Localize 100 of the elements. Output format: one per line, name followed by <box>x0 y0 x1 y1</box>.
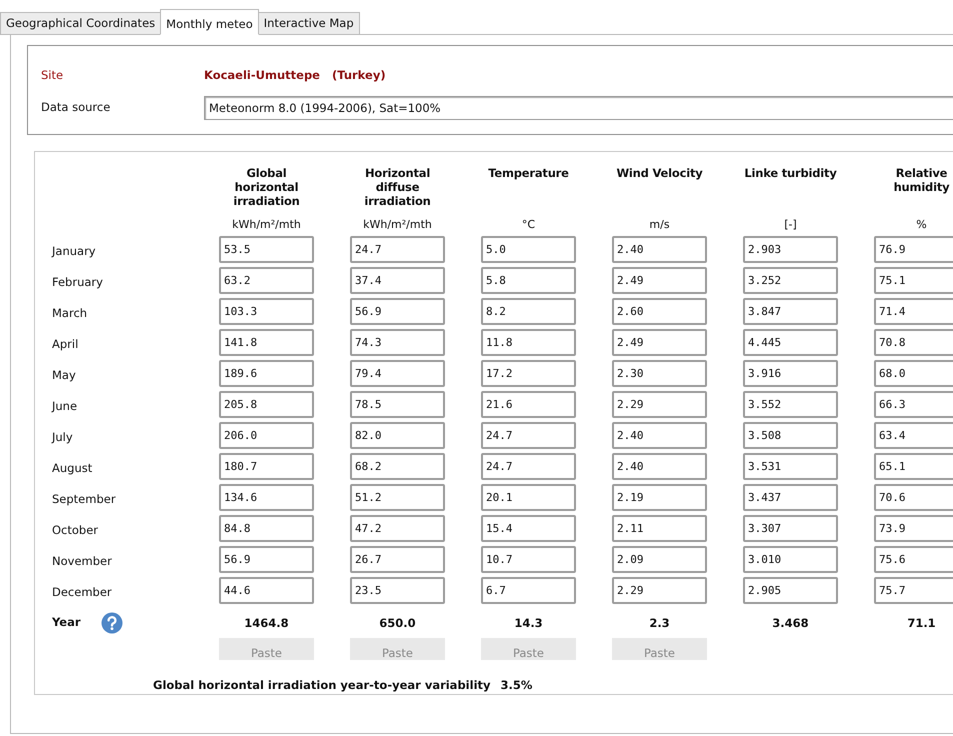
value-field[interactable]: 56.9 <box>350 298 445 325</box>
help-icon[interactable] <box>100 612 123 634</box>
value-field[interactable]: 79.4 <box>350 360 445 387</box>
value-field[interactable]: 3.916 <box>743 360 838 387</box>
value-field[interactable]: 66.3 <box>874 391 953 418</box>
value-field[interactable]: 24.7 <box>350 236 445 263</box>
value-field[interactable]: 71.4 <box>874 298 953 325</box>
value-field[interactable]: 10.7 <box>481 546 576 573</box>
unit-label: [-] <box>783 217 798 233</box>
value-field[interactable]: 134.6 <box>219 484 314 511</box>
value-field[interactable]: 78.5 <box>350 391 445 418</box>
value-field[interactable]: 24.7 <box>481 453 576 480</box>
value-field[interactable]: 5.8 <box>481 267 576 294</box>
value-field[interactable]: 103.3 <box>219 298 314 325</box>
value-field[interactable]: 76.9 <box>874 236 953 263</box>
value-field[interactable]: 5.0 <box>481 236 576 263</box>
column-header: Wind Velocity <box>615 166 704 182</box>
value-field[interactable]: 3.847 <box>743 298 838 325</box>
value-field[interactable]: 2.09 <box>612 546 707 573</box>
value-field[interactable]: 3.307 <box>743 515 838 542</box>
value-field[interactable]: 6.7 <box>481 577 576 604</box>
value-field[interactable]: 63.2 <box>219 267 314 294</box>
value-field[interactable]: 3.531 <box>743 453 838 480</box>
year-total: 2.3 <box>648 615 671 632</box>
value-field[interactable]: 51.2 <box>350 484 445 511</box>
month-label: August <box>52 460 94 477</box>
value-field[interactable]: 70.8 <box>874 329 953 356</box>
value-field[interactable]: 44.6 <box>219 577 314 604</box>
value-field[interactable]: 63.4 <box>874 422 953 449</box>
value-field[interactable]: 3.437 <box>743 484 838 511</box>
value-field[interactable]: 26.7 <box>350 546 445 573</box>
value-field[interactable]: 206.0 <box>219 422 314 449</box>
column-header: Temperature <box>487 166 570 182</box>
month-label: July <box>52 429 74 446</box>
column-header: Horizontal diffuse irradiation <box>363 166 432 210</box>
value-field[interactable]: 75.1 <box>874 267 953 294</box>
column-header: Linke turbidity <box>743 166 838 182</box>
value-field[interactable]: 2.903 <box>743 236 838 263</box>
value-field[interactable]: 4.445 <box>743 329 838 356</box>
value-field[interactable]: 2.11 <box>612 515 707 542</box>
value-field[interactable]: 2.40 <box>612 422 707 449</box>
column-header: Relative humidity <box>892 166 950 196</box>
month-label: March <box>52 305 88 322</box>
value-field[interactable]: 75.6 <box>874 546 953 573</box>
value-field[interactable]: 2.29 <box>612 391 707 418</box>
value-field[interactable]: 65.1 <box>874 453 953 480</box>
value-field[interactable]: 3.508 <box>743 422 838 449</box>
value-field[interactable]: 84.8 <box>219 515 314 542</box>
value-field[interactable]: 68.0 <box>874 360 953 387</box>
unit-label: °C <box>520 217 536 233</box>
value-field[interactable]: 20.1 <box>481 484 576 511</box>
value-field[interactable]: 11.8 <box>481 329 576 356</box>
value-field[interactable]: 2.49 <box>612 329 707 356</box>
value-field[interactable]: 73.9 <box>874 515 953 542</box>
value-field[interactable]: 2.40 <box>612 236 707 263</box>
value-field[interactable]: 141.8 <box>219 329 314 356</box>
value-field[interactable]: 3.010 <box>743 546 838 573</box>
value-field[interactable]: 2.19 <box>612 484 707 511</box>
value-field[interactable]: 23.5 <box>350 577 445 604</box>
value-field[interactable]: 189.6 <box>219 360 314 387</box>
value-field[interactable]: 74.3 <box>350 329 445 356</box>
value-field[interactable]: 2.29 <box>612 577 707 604</box>
value-field[interactable]: 75.7 <box>874 577 953 604</box>
value-field[interactable]: 53.5 <box>219 236 314 263</box>
value-field[interactable]: 17.2 <box>481 360 576 387</box>
month-label: June <box>52 398 78 415</box>
value-field[interactable]: 180.7 <box>219 453 314 480</box>
month-label: October <box>52 522 100 539</box>
data-source-field[interactable]: Meteonorm 8.0 (1994-2006), Sat=100% <box>204 96 953 120</box>
value-field[interactable]: 8.2 <box>481 298 576 325</box>
month-label: April <box>52 336 80 353</box>
year-label: Year <box>52 614 81 632</box>
tab[interactable]: Monthly meteo <box>160 9 259 35</box>
month-label: December <box>52 584 113 601</box>
value-field[interactable]: 37.4 <box>350 267 445 294</box>
value-field[interactable]: 24.7 <box>481 422 576 449</box>
column-header: Global horizontal irradiation <box>232 166 301 210</box>
value-field[interactable]: 70.6 <box>874 484 953 511</box>
month-label: February <box>52 274 104 291</box>
tab[interactable]: Geographical Coordinates <box>0 12 162 35</box>
value-field[interactable]: 3.252 <box>743 267 838 294</box>
year-total: 1464.8 <box>243 615 290 632</box>
value-field[interactable]: 2.49 <box>612 267 707 294</box>
year-total: 3.468 <box>771 615 810 632</box>
value-field[interactable]: 2.60 <box>612 298 707 325</box>
value-field[interactable]: 68.2 <box>350 453 445 480</box>
value-field[interactable]: 47.2 <box>350 515 445 542</box>
value-field[interactable]: 56.9 <box>219 546 314 573</box>
unit-label: % <box>915 217 928 233</box>
value-field[interactable]: 205.8 <box>219 391 314 418</box>
value-field[interactable]: 82.0 <box>350 422 445 449</box>
month-label: January <box>52 243 97 260</box>
value-field[interactable]: 3.552 <box>743 391 838 418</box>
tab[interactable]: Interactive Map <box>258 12 360 35</box>
value-field[interactable]: 2.905 <box>743 577 838 604</box>
value-field[interactable]: 21.6 <box>481 391 576 418</box>
unit-label: kWh/m²/mth <box>362 217 433 233</box>
value-field[interactable]: 2.30 <box>612 360 707 387</box>
value-field[interactable]: 2.40 <box>612 453 707 480</box>
value-field[interactable]: 15.4 <box>481 515 576 542</box>
